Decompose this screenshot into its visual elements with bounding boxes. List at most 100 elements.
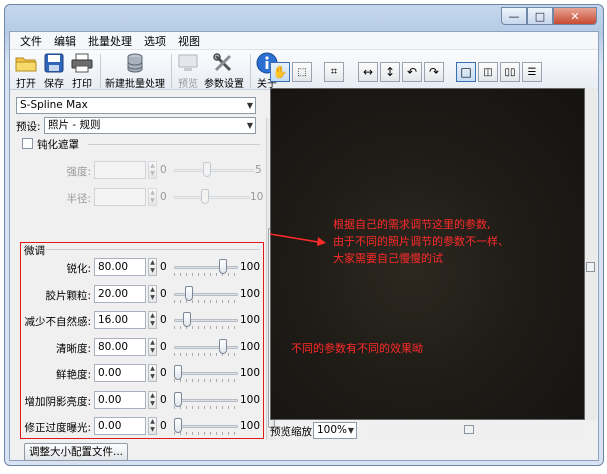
preset-dropdown[interactable]: 照片 - 规则 ▼ <box>44 117 256 134</box>
preset-label: 预设: <box>16 121 41 133</box>
database-stack-icon <box>123 52 147 74</box>
select-tool-button[interactable]: ⬚ <box>292 62 312 82</box>
resize-config-button[interactable]: 调整大小配置文件... <box>24 443 129 461</box>
settings-button[interactable]: 参数设置 <box>204 52 244 90</box>
maximize-button[interactable]: □ <box>527 7 553 25</box>
menu-bar: 文件 编辑 批量处理 选项 视图 <box>10 32 598 50</box>
print-label: 打印 <box>72 79 92 90</box>
arrows-vertical-icon: ↕ <box>384 65 396 79</box>
annotation-note-params: 根据自己的需求调节这里的参数, 由于不同的照片调节的参数不一样、 大家需要自己慢… <box>333 216 509 267</box>
rotate-left-button[interactable]: ↶ <box>402 62 422 82</box>
crop-button[interactable]: ⌗ <box>324 62 344 82</box>
crop-icon: ⌗ <box>330 65 338 78</box>
strength-label: 强度: <box>66 166 91 178</box>
radius-spinner[interactable]: ▲ ▼ <box>148 188 157 206</box>
side-by-side-icon: ▯▯ <box>504 66 516 78</box>
toolbar-separator <box>250 54 251 88</box>
rotate-right-button[interactable]: ↷ <box>424 62 444 82</box>
tools-icon <box>212 52 236 74</box>
strength-max: 5 <box>255 164 262 176</box>
rotate-left-icon: ↶ <box>406 65 418 79</box>
strength-spinner[interactable]: ▲ ▼ <box>148 161 157 179</box>
blur-mask-label: 钝化遮罩 <box>37 139 79 151</box>
printer-icon <box>70 52 94 74</box>
flip-vertical-button[interactable]: ↕ <box>380 62 400 82</box>
split-view-button[interactable]: ◫ <box>478 62 498 82</box>
chevron-down-icon: ▼ <box>246 121 253 130</box>
strength-input[interactable] <box>94 161 146 179</box>
group-divider <box>88 144 260 145</box>
hand-icon: ✋ <box>272 65 288 79</box>
new-batch-label: 新建批量处理 <box>105 79 165 90</box>
title-bar: — □ ✕ <box>5 5 603 31</box>
split-view-icon: ◫ <box>483 66 493 78</box>
single-view-button[interactable]: □ <box>456 62 476 82</box>
annotation-arrow <box>269 233 326 246</box>
chevron-down-icon: ▼ <box>347 426 354 435</box>
menu-view[interactable]: 视图 <box>172 33 206 49</box>
toolbar-separator <box>100 54 101 88</box>
side-by-side-button[interactable]: ▯▯ <box>500 62 520 82</box>
preset-value: 照片 - 规则 <box>48 119 101 131</box>
algorithm-dropdown[interactable]: S-Spline Max ▼ <box>16 97 256 114</box>
zoom-value: 100% <box>317 424 348 436</box>
menu-batch[interactable]: 批量处理 <box>82 33 138 49</box>
radius-max: 10 <box>250 191 264 203</box>
preview-vertical-scrollbar[interactable] <box>585 88 597 420</box>
note-line: 由于不同的照片调节的参数不一样、 <box>333 235 509 248</box>
save-label: 保存 <box>44 79 64 90</box>
marquee-icon: ⬚ <box>297 66 307 78</box>
chevron-down-icon: ▼ <box>246 101 253 110</box>
slider-track <box>174 169 254 172</box>
settings-label: 参数设置 <box>204 79 244 90</box>
preview-horizontal-scrollbar[interactable] <box>370 424 585 436</box>
slider-track <box>174 196 250 199</box>
toolbar-separator <box>171 54 172 88</box>
close-button[interactable]: ✕ <box>553 7 597 25</box>
strength-min: 0 <box>160 164 167 176</box>
open-button[interactable]: 打开 <box>14 52 38 90</box>
preview-label: 预览 <box>178 79 198 90</box>
blur-mask-checkbox[interactable] <box>22 138 33 149</box>
view-toolbar: ✋ ⬚ ⌗ ↔ ↕ ↶ ↷ □ ◫ ▯▯ ☰ <box>270 62 544 84</box>
slider-thumb[interactable] <box>201 189 209 204</box>
square-icon: □ <box>460 65 472 79</box>
window-controls: — □ ✕ <box>501 7 597 25</box>
note-line: 根据自己的需求调节这里的参数, <box>333 218 491 231</box>
open-label: 打开 <box>16 79 36 90</box>
algorithm-value: S-Spline Max <box>20 99 88 111</box>
menu-file[interactable]: 文件 <box>14 33 48 49</box>
menu-options[interactable]: 选项 <box>138 33 172 49</box>
hand-tool-button[interactable]: ✋ <box>270 62 290 82</box>
annotation-note-effects: 不同的参数有不同的效果呦 <box>291 342 423 355</box>
stacked-view-button[interactable]: ☰ <box>522 62 542 82</box>
save-button[interactable]: 保存 <box>42 52 66 90</box>
annotation-highlight-box <box>20 242 264 439</box>
minimize-button[interactable]: — <box>501 7 527 25</box>
strength-slider[interactable] <box>174 161 254 179</box>
zoom-label: 预览缩放: <box>270 426 316 438</box>
print-button[interactable]: 打印 <box>70 52 94 90</box>
radius-min: 0 <box>160 191 167 203</box>
slider-thumb[interactable] <box>203 162 211 177</box>
scrollbar-thumb[interactable] <box>586 262 595 272</box>
flip-horizontal-button[interactable]: ↔ <box>358 62 378 82</box>
rotate-right-icon: ↷ <box>428 65 440 79</box>
new-batch-button[interactable]: 新建批量处理 <box>105 52 165 90</box>
menu-edit[interactable]: 编辑 <box>48 33 82 49</box>
folder-icon <box>14 52 38 74</box>
radius-slider[interactable] <box>174 188 250 206</box>
scrollbar-thumb[interactable] <box>464 425 474 434</box>
floppy-disk-icon <box>42 52 66 74</box>
stacked-view-icon: ☰ <box>527 66 537 78</box>
zoom-dropdown[interactable]: 100% ▼ <box>313 422 357 439</box>
monitor-icon <box>176 52 200 74</box>
preview-button[interactable]: 预览 <box>176 52 200 90</box>
radius-label: 半径: <box>66 193 91 205</box>
note-line: 大家需要自己慢慢的试 <box>333 252 443 265</box>
radius-input[interactable] <box>94 188 146 206</box>
settings-panel: S-Spline Max ▼ 预设: 照片 - 规则 ▼ 钝化遮罩 强度: ▲ ▼… <box>14 94 266 461</box>
